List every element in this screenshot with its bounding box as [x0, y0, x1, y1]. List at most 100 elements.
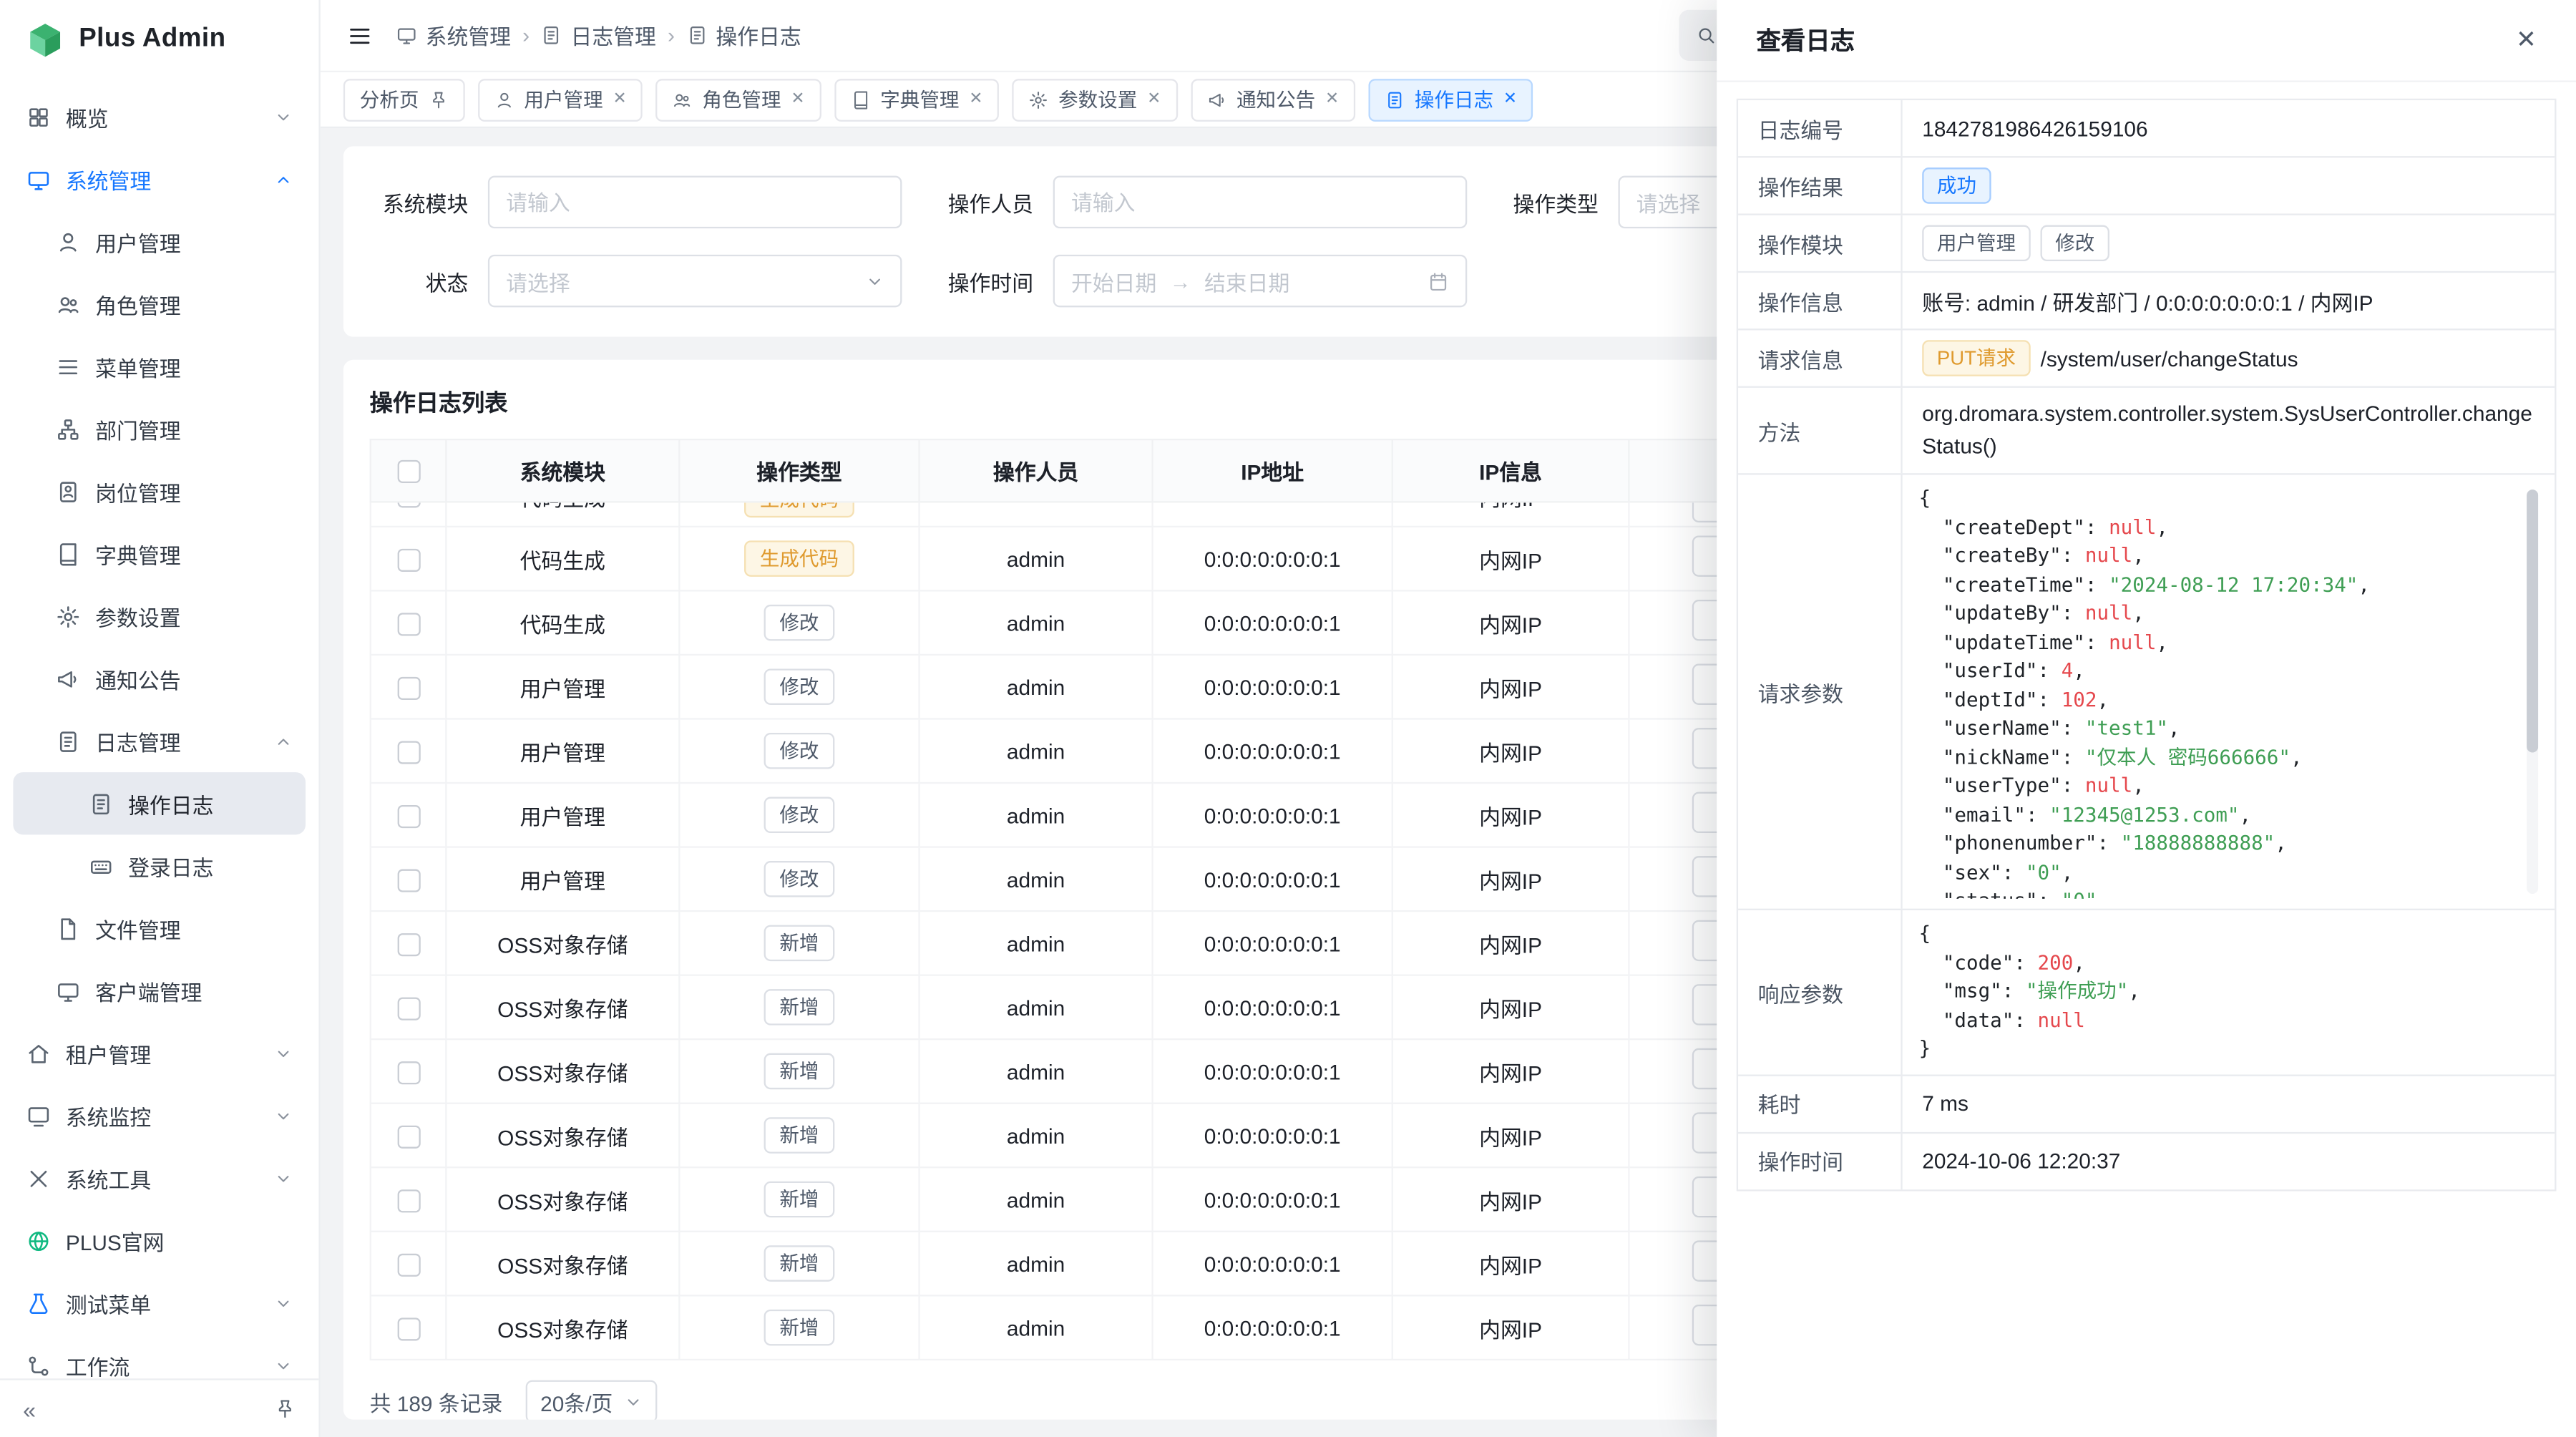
breadcrumb-item[interactable]: 系统管理 — [396, 20, 511, 52]
users-icon — [673, 89, 693, 109]
sidebar-footer: « — [0, 1378, 318, 1437]
tab-close-icon[interactable]: ✕ — [1503, 91, 1517, 107]
collapse-sidebar-button[interactable]: « — [23, 1395, 36, 1422]
breadcrumb-item[interactable]: 日志管理 — [541, 20, 656, 52]
ip-info-cell: 内网IP — [1392, 1295, 1629, 1360]
column-header-operator: 操作人员 — [919, 439, 1153, 502]
document-icon — [89, 791, 113, 815]
tab-operation-log[interactable]: 操作日志 ✕ — [1369, 78, 1534, 121]
chevron-down-icon — [866, 272, 884, 290]
sidebar-item-system-management[interactable]: 系统管理 — [13, 148, 306, 210]
field-label: 响应参数 — [1738, 911, 1903, 1074]
pin-icon[interactable] — [274, 1398, 296, 1420]
ip-cell: 0:0:0:0:0:0:0:1 — [1153, 590, 1392, 655]
detail-row-module: 操作模块 用户管理 修改 — [1738, 213, 2555, 271]
close-icon[interactable]: ✕ — [2516, 28, 2537, 52]
arrow-right-icon: → — [1170, 268, 1191, 293]
filter-label: 状态 — [370, 266, 469, 297]
sidebar-item-user-management[interactable]: 用户管理 — [13, 210, 306, 273]
sidebar-item-workflow[interactable]: 工作流 — [13, 1334, 306, 1378]
sidebar-item-system-tools[interactable]: 系统工具 — [13, 1147, 306, 1209]
sidebar-item-param-settings[interactable]: 参数设置 — [13, 585, 306, 647]
checkbox-cell — [371, 1039, 447, 1104]
tab-close-icon[interactable]: ✕ — [1147, 91, 1161, 107]
tab-close-icon[interactable]: ✕ — [969, 91, 982, 107]
detail-row-request: 请求信息 PUT请求 /system/user/changeStatus — [1738, 328, 2555, 386]
checkbox-cell — [371, 718, 447, 783]
sidebar-item-notice[interactable]: 通知公告 — [13, 648, 306, 710]
sidebar-item-menu-management[interactable]: 菜单管理 — [13, 335, 306, 397]
operator-cell: admin — [919, 1039, 1153, 1104]
sidebar-item-label: 字典管理 — [95, 538, 293, 570]
row-checkbox[interactable] — [396, 1061, 419, 1084]
tab-role-management[interactable]: 角色管理 ✕ — [656, 78, 821, 121]
operator-input[interactable] — [1053, 176, 1468, 228]
row-checkbox[interactable] — [396, 933, 419, 956]
breadcrumb-item[interactable]: 操作日志 — [686, 20, 801, 52]
logo-icon — [26, 21, 64, 59]
tab-analysis[interactable]: 分析页 — [343, 78, 465, 121]
type-tag: 修改 — [765, 797, 834, 834]
document-icon — [56, 729, 80, 753]
tab-notice[interactable]: 通知公告 ✕ — [1191, 78, 1356, 121]
row-checkbox[interactable] — [396, 1253, 419, 1276]
sidebar-item-label: PLUS官网 — [66, 1225, 293, 1257]
tab-label: 用户管理 — [524, 85, 602, 113]
sidebar-item-operation-log[interactable]: 操作日志 — [13, 772, 306, 834]
sidebar-item-plus-website[interactable]: PLUS官网 — [13, 1209, 306, 1272]
row-checkbox[interactable] — [396, 1125, 419, 1148]
select-all-checkbox[interactable] — [396, 461, 419, 484]
tab-param-settings[interactable]: 参数设置 ✕ — [1013, 78, 1178, 121]
tab-dict-management[interactable]: 字典管理 ✕ — [834, 78, 1000, 121]
date-range-picker[interactable]: 开始日期 → 结束日期 — [1053, 255, 1468, 307]
status-select[interactable]: 请选择 — [488, 255, 902, 307]
sidebar-item-dict-management[interactable]: 字典管理 — [13, 522, 306, 585]
field-label: 操作结果 — [1738, 157, 1903, 213]
sidebar-item-client-management[interactable]: 客户端管理 — [13, 960, 306, 1022]
row-checkbox[interactable] — [396, 1189, 419, 1212]
sidebar-item-tenant-management[interactable]: 租户管理 — [13, 1022, 306, 1084]
sidebar-item-role-management[interactable]: 角色管理 — [13, 273, 306, 335]
menu-toggle-icon[interactable] — [346, 22, 373, 49]
sidebar-item-log-management[interactable]: 日志管理 — [13, 710, 306, 772]
sidebar-item-test-menu[interactable]: 测试菜单 — [13, 1272, 306, 1334]
type-tag: 新增 — [765, 989, 834, 1026]
row-checkbox[interactable] — [396, 741, 419, 764]
row-checkbox[interactable] — [396, 1317, 419, 1340]
sidebar-item-login-log[interactable]: 登录日志 — [13, 834, 306, 897]
tab-close-icon[interactable]: ✕ — [791, 91, 804, 107]
row-checkbox[interactable] — [396, 804, 419, 827]
breadcrumb-label: 系统管理 — [426, 20, 511, 52]
ip-cell: 0:0:0:0:0:0:0:1 — [1153, 1104, 1392, 1168]
pin-icon[interactable] — [429, 89, 449, 109]
row-checkbox[interactable] — [396, 869, 419, 892]
row-checkbox[interactable] — [396, 676, 419, 699]
row-checkbox[interactable] — [396, 613, 419, 635]
book-icon — [851, 89, 871, 109]
sidebar-item-overview[interactable]: 概览 — [13, 85, 306, 147]
module-input[interactable] — [488, 176, 902, 228]
select-placeholder: 请选择 — [506, 266, 570, 297]
type-cell: 新增 — [679, 1167, 919, 1232]
tab-close-icon[interactable]: ✕ — [613, 91, 626, 107]
globe-icon — [26, 1228, 51, 1252]
chevron-up-icon — [274, 732, 292, 750]
sidebar-item-post-management[interactable]: 岗位管理 — [13, 460, 306, 522]
tab-close-icon[interactable]: ✕ — [1325, 91, 1339, 107]
row-checkbox[interactable] — [396, 548, 419, 571]
response-params-code: { "code": 200, "msg": "操作成功", "data": nu… — [1919, 920, 2539, 1064]
sidebar-item-label: 登录日志 — [128, 850, 293, 882]
ip-info-cell: 内网IP — [1392, 590, 1629, 655]
tab-user-management[interactable]: 用户管理 ✕ — [478, 78, 643, 121]
request-params-code[interactable]: { "createDept": null, "createBy": null, … — [1919, 485, 2539, 900]
page-size-select[interactable]: 20条/页 — [526, 1380, 658, 1420]
sidebar-item-system-monitor[interactable]: 系统监控 — [13, 1084, 306, 1146]
sidebar-item-dept-management[interactable]: 部门管理 — [13, 398, 306, 460]
type-tag: 新增 — [765, 1182, 834, 1218]
document-icon — [1385, 89, 1405, 109]
operator-cell: admin — [919, 527, 1153, 591]
module-cell: 用户管理 — [446, 718, 679, 783]
sidebar-item-file-management[interactable]: 文件管理 — [13, 897, 306, 960]
scrollbar-thumb[interactable] — [2527, 490, 2538, 753]
row-checkbox[interactable] — [396, 997, 419, 1020]
